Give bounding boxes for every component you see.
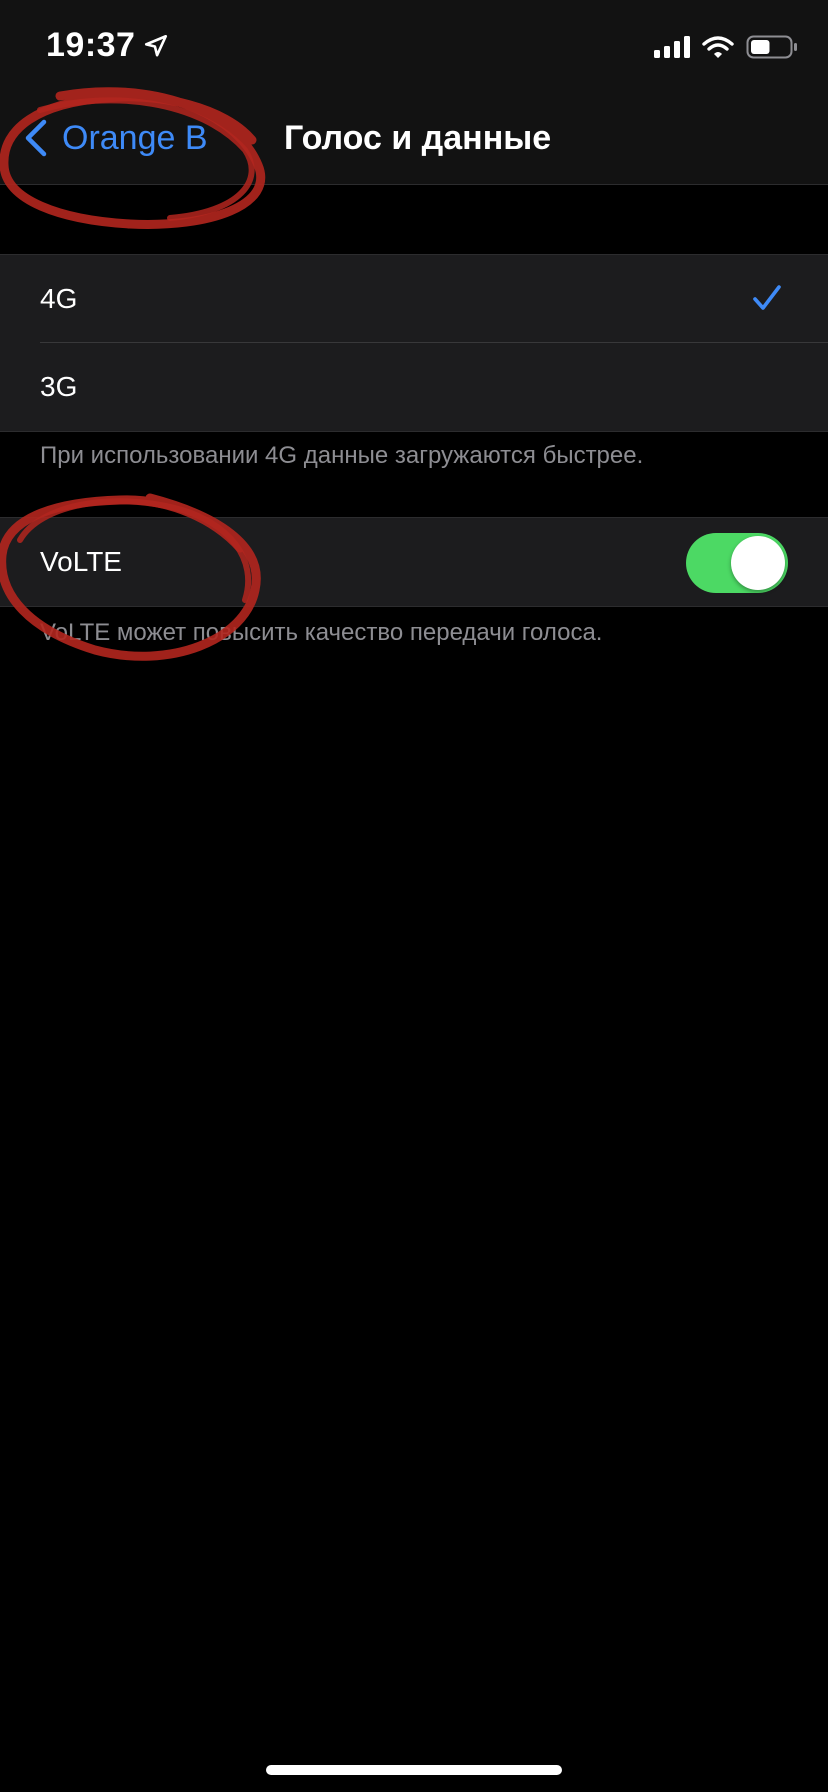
toggle-knob xyxy=(731,536,785,590)
volte-group: VoLTE xyxy=(0,517,828,607)
volte-footer-note: VoLTE может повысить качество передачи г… xyxy=(40,619,603,646)
status-bar: 19:37 xyxy=(0,0,828,92)
status-icons xyxy=(654,34,798,60)
checkmark-icon xyxy=(753,285,781,310)
volte-toggle[interactable] xyxy=(686,533,788,593)
location-arrow-icon xyxy=(145,34,168,57)
network-footer-note: При использовании 4G данные загружаются … xyxy=(40,442,644,469)
chevron-left-icon xyxy=(25,119,47,157)
status-time-text: 19:37 xyxy=(46,26,136,64)
back-button[interactable]: Orange B xyxy=(22,92,208,184)
volte-label: VoLTE xyxy=(40,546,122,577)
volte-row: VoLTE xyxy=(0,518,828,606)
battery-icon xyxy=(746,35,797,59)
cellular-signal-icon xyxy=(654,36,690,58)
navigation-bar: Orange B Голос и данные xyxy=(0,92,828,185)
network-option-4g[interactable]: 4G xyxy=(0,255,828,343)
network-options-group: 4G 3G xyxy=(0,254,828,432)
network-option-label: 4G xyxy=(40,283,78,314)
wifi-icon xyxy=(702,36,734,58)
page-title: Голос и данные xyxy=(284,118,552,157)
status-time: 19:37 xyxy=(46,26,169,65)
network-option-label: 3G xyxy=(40,371,78,402)
home-indicator[interactable] xyxy=(266,1765,562,1775)
back-button-label: Orange B xyxy=(62,118,208,157)
network-option-3g[interactable]: 3G xyxy=(0,342,828,431)
